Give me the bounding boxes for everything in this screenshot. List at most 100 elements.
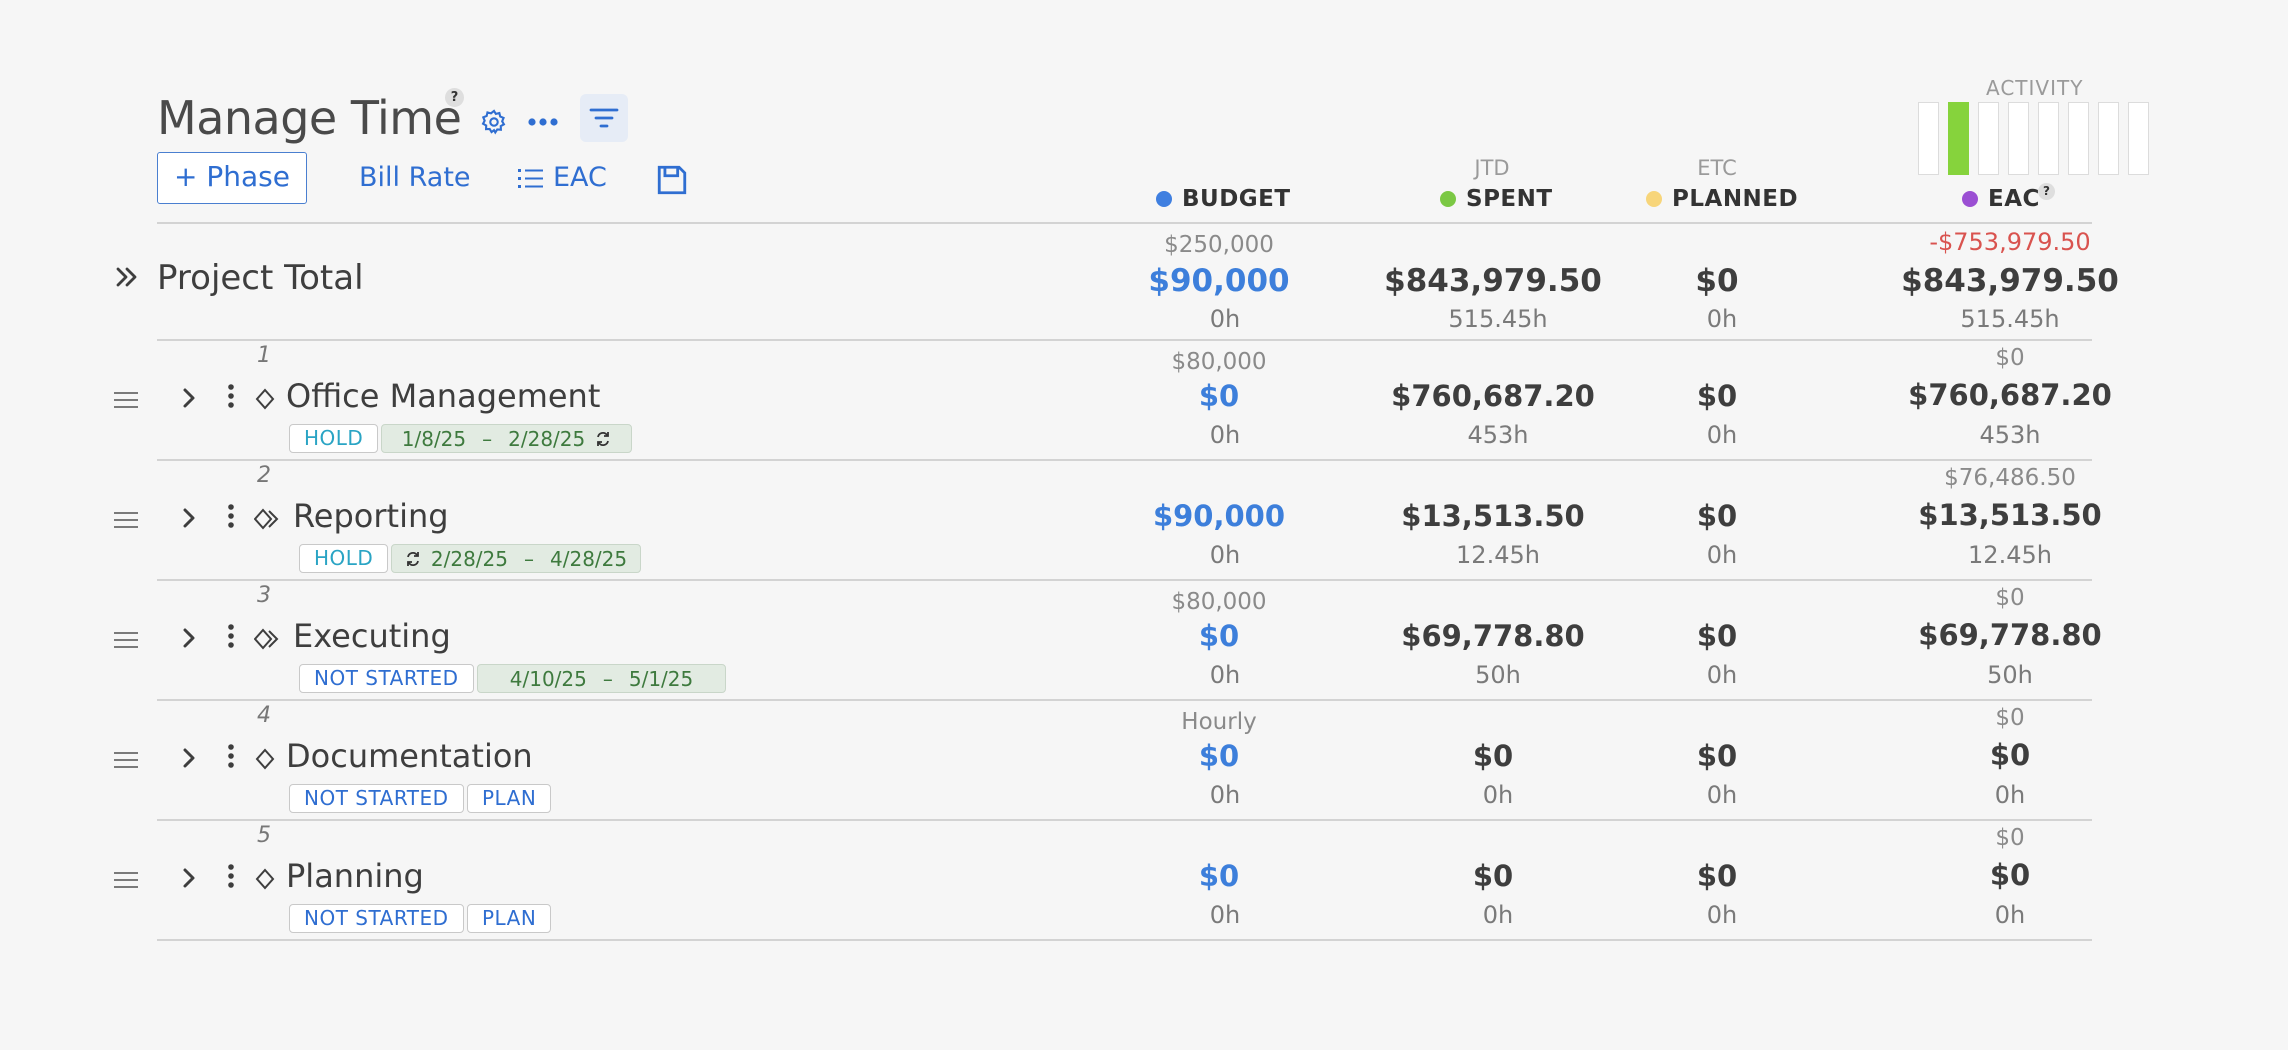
expand-all-icon[interactable] <box>113 263 141 291</box>
date-range-badge[interactable]: 1/8/25–2/28/25 <box>381 424 632 453</box>
eac-hours: 12.45h <box>1968 541 2052 569</box>
date-start: 1/8/25 <box>401 426 467 451</box>
drag-handle-icon[interactable] <box>114 507 138 533</box>
swap-icon <box>405 550 421 568</box>
plan-badge[interactable]: PLAN <box>467 904 552 933</box>
drag-handle-icon[interactable] <box>114 627 138 653</box>
row-menu-icon[interactable] <box>226 862 236 894</box>
eac-top: $0 <box>1995 825 2025 851</box>
activity-bar[interactable] <box>2128 102 2149 175</box>
status-badge[interactable]: NOT STARTED <box>299 664 474 693</box>
eac-header-label: EAC <box>1988 186 2040 212</box>
phase-diamond-icon <box>254 867 276 895</box>
chevron-right-icon[interactable] <box>178 865 202 891</box>
date-end: 5/1/25 <box>628 666 694 691</box>
date-separator: – <box>524 546 534 571</box>
total-spent: $843,979.50 <box>1384 263 1602 299</box>
row-divider <box>157 939 2092 941</box>
budget-value[interactable]: $0 <box>1099 619 1339 653</box>
drag-handle-icon[interactable] <box>114 387 138 413</box>
phase-number: 5 <box>257 823 271 848</box>
total-budget[interactable]: $90,000 <box>1099 263 1339 299</box>
bill-rate-button[interactable]: Bill Rate <box>359 152 471 204</box>
budget-hours: 0h <box>1209 541 1241 569</box>
eac-legend-dot <box>1962 191 1978 207</box>
row-menu-icon[interactable] <box>226 742 236 774</box>
chevron-right-icon[interactable] <box>178 505 202 531</box>
phase-name[interactable]: Executing <box>293 617 451 655</box>
status-badge[interactable]: HOLD <box>289 424 379 453</box>
phase-name[interactable]: Documentation <box>286 737 533 775</box>
date-end: 2/28/25 <box>508 426 586 451</box>
add-phase-button[interactable]: + Phase <box>157 152 307 204</box>
settings-gear-icon[interactable] <box>478 106 510 138</box>
budget-hours: 0h <box>1209 661 1241 689</box>
date-range-badge[interactable]: 2/28/25–4/28/25 <box>391 544 641 573</box>
activity-bar[interactable] <box>1948 102 1969 175</box>
activity-bar[interactable] <box>1918 102 1939 175</box>
budget-top: $80,000 <box>1171 349 1267 375</box>
row-menu-icon[interactable] <box>226 622 236 654</box>
budget-hours: 0h <box>1209 781 1241 809</box>
phase-diamond-icon <box>253 627 280 655</box>
eac-top: $0 <box>1995 585 2025 611</box>
drag-handle-icon[interactable] <box>114 747 138 773</box>
phase-name[interactable]: Office Management <box>286 377 600 415</box>
status-badge[interactable]: HOLD <box>299 544 389 573</box>
phase-number: 2 <box>257 463 271 488</box>
spent-header-label: SPENT <box>1466 186 1553 212</box>
list-icon <box>518 169 543 188</box>
eac-toggle-button[interactable]: EAC <box>517 152 607 204</box>
activity-bar[interactable] <box>2038 102 2059 175</box>
activity-bar[interactable] <box>2068 102 2089 175</box>
swap-icon <box>595 430 611 448</box>
spent-hours: 12.45h <box>1456 541 1540 569</box>
spent-column-header: SPENT <box>1440 186 1553 212</box>
date-separator: – <box>602 666 613 691</box>
budget-hours: 0h <box>1209 421 1241 449</box>
row-divider <box>157 699 2092 701</box>
eac-value: $0 <box>1989 858 2031 892</box>
status-badge[interactable]: NOT STARTED <box>289 904 464 933</box>
save-icon[interactable] <box>654 162 690 198</box>
eac-value: $69,778.80 <box>1918 618 2102 652</box>
row-menu-icon[interactable] <box>226 502 236 534</box>
budget-legend-dot <box>1156 191 1172 207</box>
eac-toggle-label: EAC <box>553 162 607 193</box>
row-menu-icon[interactable] <box>226 382 236 414</box>
chevron-right-icon[interactable] <box>178 385 202 411</box>
eac-hours: 453h <box>1979 421 2041 449</box>
spent-hours: 0h <box>1482 781 1514 809</box>
date-range-badge[interactable]: 4/10/25–5/1/25 <box>477 664 726 693</box>
phase-name[interactable]: Planning <box>286 857 424 895</box>
chevron-right-icon[interactable] <box>178 625 202 651</box>
phase-diamond-icon <box>253 507 280 535</box>
chevron-right-icon[interactable] <box>178 745 202 771</box>
activity-bar[interactable] <box>1978 102 1999 175</box>
eac-hours: 50h <box>1987 661 2033 689</box>
status-badge[interactable]: NOT STARTED <box>289 784 464 813</box>
planned-value: $0 <box>1696 499 1738 533</box>
eac-help-icon[interactable]: ? <box>2038 183 2055 200</box>
budget-value[interactable]: $0 <box>1099 859 1339 893</box>
activity-bar[interactable] <box>2008 102 2029 175</box>
drag-handle-icon[interactable] <box>114 867 138 893</box>
phase-name[interactable]: Reporting <box>293 497 449 535</box>
spent-legend-dot <box>1440 191 1456 207</box>
planned-legend-dot <box>1646 191 1662 207</box>
budget-value[interactable]: $0 <box>1099 379 1339 413</box>
plan-badge[interactable]: PLAN <box>467 784 552 813</box>
filter-button[interactable] <box>580 94 628 142</box>
date-start: 2/28/25 <box>430 546 508 571</box>
date-start: 4/10/25 <box>509 666 587 691</box>
budget-value[interactable]: $90,000 <box>1099 499 1339 533</box>
phase-number: 1 <box>257 343 271 368</box>
spent-value: $69,778.80 <box>1401 619 1585 653</box>
budget-column-header: BUDGET <box>1156 186 1291 212</box>
activity-bar[interactable] <box>2098 102 2119 175</box>
more-options-icon[interactable] <box>526 106 560 138</box>
budget-value[interactable]: $0 <box>1099 739 1339 773</box>
title-help-icon[interactable]: ? <box>445 88 464 107</box>
total-budget-top: $250,000 <box>1164 232 1274 258</box>
project-total-label: Project Total <box>157 258 364 298</box>
